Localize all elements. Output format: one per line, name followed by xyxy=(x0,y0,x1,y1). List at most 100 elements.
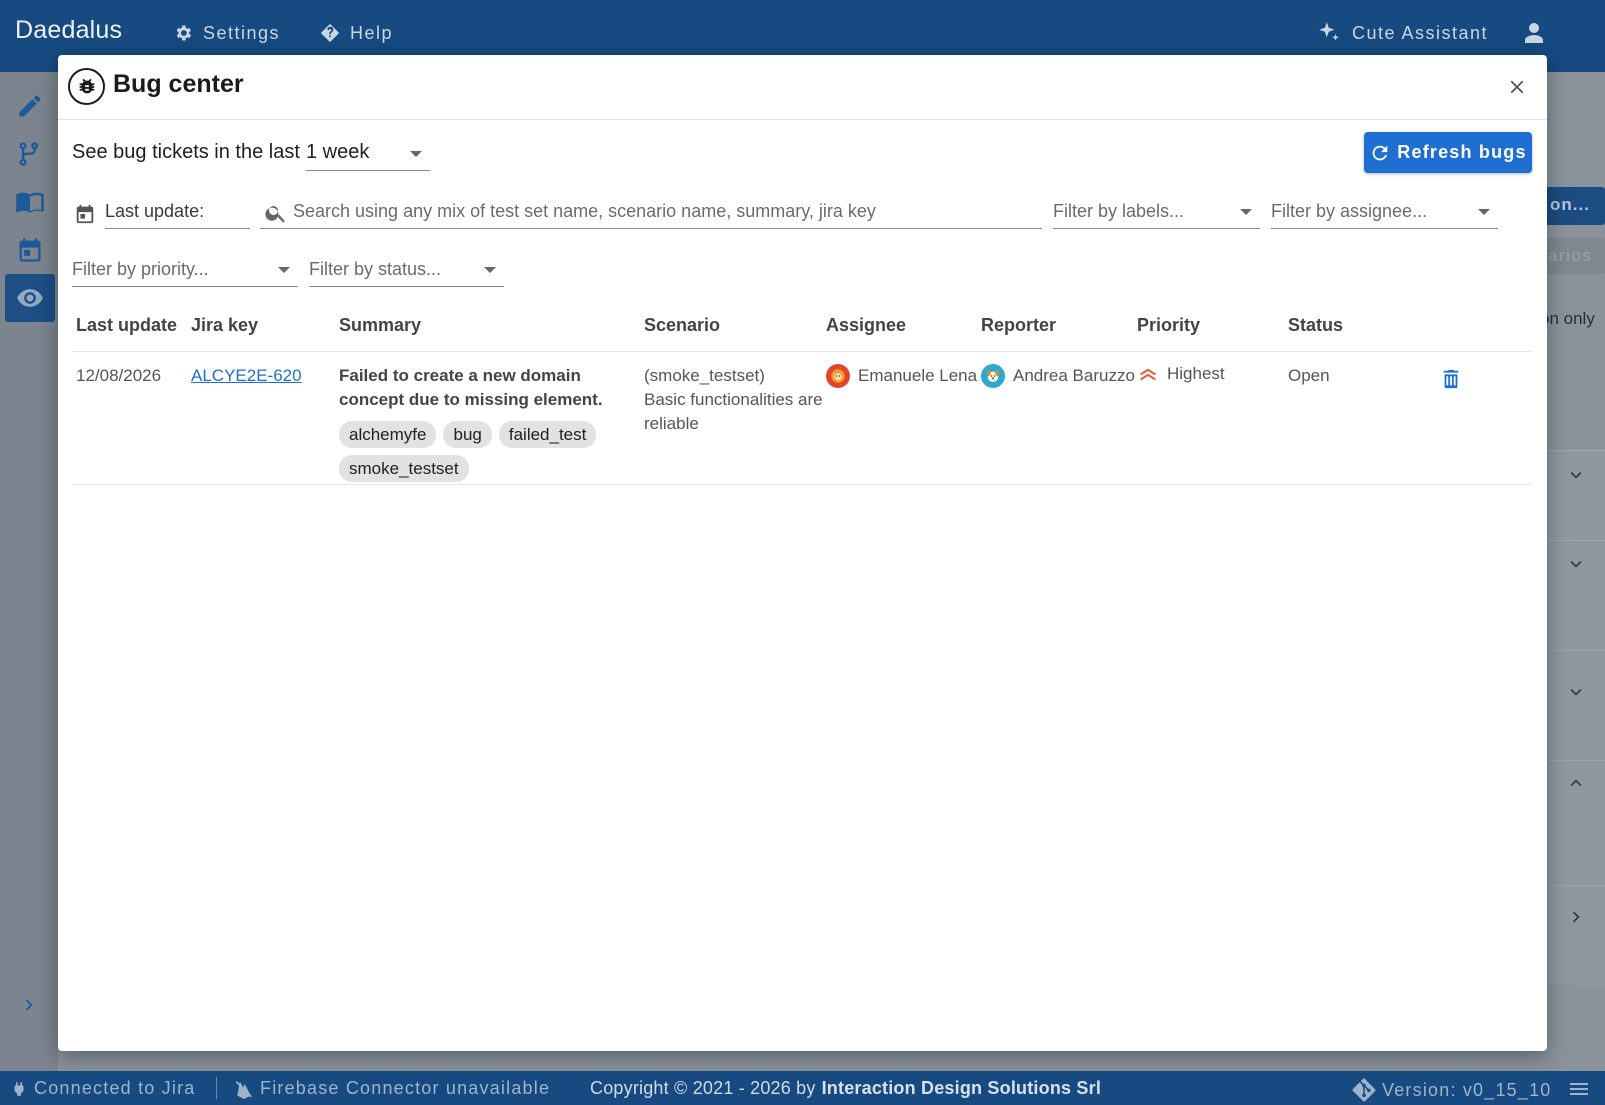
scenario-testset: (smoke_testset) xyxy=(644,366,765,385)
priority-filter[interactable]: Filter by priority... xyxy=(72,251,298,287)
column-header-last-update[interactable]: Last update xyxy=(76,315,177,336)
assignee-filter-placeholder: Filter by assignee... xyxy=(1271,201,1428,221)
label-chip: bug xyxy=(443,421,492,448)
firebase-off-icon xyxy=(235,1080,252,1099)
assistant-label: Cute Assistant xyxy=(1352,22,1489,43)
cell-reporter: Andrea Baruzzo xyxy=(981,364,1135,388)
avatar xyxy=(826,364,850,388)
period-select[interactable]: 1 week xyxy=(306,135,430,171)
status-value: Open xyxy=(1288,366,1330,385)
assignee-filter[interactable]: Filter by assignee... xyxy=(1271,193,1498,229)
caret-down-icon xyxy=(278,267,290,273)
status-filter[interactable]: Filter by status... xyxy=(309,251,504,287)
calendar-icon xyxy=(74,202,96,231)
app-title: Daedalus xyxy=(15,16,123,44)
chevron-right-icon xyxy=(25,999,33,1011)
copyright: Copyright © 2021 - 2026 by Interaction D… xyxy=(590,1078,1101,1099)
cell-priority: Highest xyxy=(1137,364,1225,384)
dialog-title: Bug center xyxy=(113,70,244,98)
menu-icon xyxy=(1570,1083,1588,1095)
column-header-status[interactable]: Status xyxy=(1288,315,1343,336)
chevron-down-icon xyxy=(1565,681,1587,708)
copyright-prefix: Copyright © 2021 - 2026 by xyxy=(590,1078,816,1098)
caret-down-icon xyxy=(1240,209,1252,215)
refresh-bugs-button[interactable]: Refresh bugs xyxy=(1364,132,1532,173)
caret-down-icon xyxy=(410,151,422,157)
caret-down-icon xyxy=(1478,209,1490,215)
close-button[interactable] xyxy=(1501,71,1533,103)
cell-scenario: (smoke_testset) Basic functionalities ar… xyxy=(644,364,829,436)
column-header-summary[interactable]: Summary xyxy=(339,315,421,336)
trash-icon xyxy=(1443,369,1459,389)
chevron-down-icon xyxy=(1565,464,1587,491)
caret-down-icon xyxy=(484,267,496,273)
divider xyxy=(216,1077,217,1099)
label-chips: alchemyfe bug failed_test smoke_testset xyxy=(339,421,629,482)
bug-center-dialog: Bug center See bug tickets in the last 1… xyxy=(58,55,1547,1051)
plug-icon xyxy=(14,1081,24,1096)
firebase-status: Firebase Connector unavailable xyxy=(234,1078,550,1099)
help-icon xyxy=(320,23,340,43)
user-icon xyxy=(1525,23,1543,43)
cell-assignee: Emanuele Lena xyxy=(826,364,977,388)
jira-status-label: Connected to Jira xyxy=(34,1078,196,1098)
column-header-scenario[interactable]: Scenario xyxy=(644,315,720,336)
last-update-label: Last update: xyxy=(105,201,205,221)
version-label: Version: v0_15_10 xyxy=(1382,1079,1552,1100)
refresh-bugs-label: Refresh bugs xyxy=(1397,142,1527,162)
column-header-assignee[interactable]: Assignee xyxy=(826,315,906,336)
book-icon xyxy=(16,192,44,213)
column-header-jira-key[interactable]: Jira key xyxy=(191,315,258,336)
close-icon xyxy=(1510,80,1524,94)
sparkle-icon xyxy=(1319,22,1339,41)
delete-button[interactable] xyxy=(1440,367,1462,396)
sidebar xyxy=(0,72,58,1071)
last-update-field[interactable]: Last update: xyxy=(105,193,250,229)
gear-icon xyxy=(176,25,191,41)
sidebar-item-calendar[interactable] xyxy=(5,226,55,274)
help-label: Help xyxy=(350,22,394,43)
cute-assistant-button[interactable]: Cute Assistant xyxy=(1316,19,1488,47)
chevron-down-icon xyxy=(1565,553,1587,580)
calendar-icon xyxy=(19,238,41,262)
status-bar: Connected to Jira Firebase Connector una… xyxy=(0,1071,1605,1105)
sidebar-item-branch[interactable] xyxy=(5,130,55,178)
divider xyxy=(72,484,1532,485)
column-header-reporter[interactable]: Reporter xyxy=(981,315,1056,336)
search-placeholder: Search using any mix of test set name, s… xyxy=(293,201,876,221)
refresh-icon xyxy=(1372,145,1388,160)
sidebar-expand-button[interactable] xyxy=(18,994,40,1021)
background-card xyxy=(1548,885,1605,985)
avatar xyxy=(981,364,1005,388)
sidebar-item-edit[interactable] xyxy=(5,82,55,130)
cell-last-update: 12/08/2026 xyxy=(76,366,162,385)
label-chip: alchemyfe xyxy=(339,421,437,448)
version-info: Version: v0_15_10 xyxy=(1352,1078,1552,1102)
label-chip: smoke_testset xyxy=(339,455,469,482)
period-label: See bug tickets in the last xyxy=(72,141,300,163)
sidebar-item-docs[interactable] xyxy=(5,178,55,226)
labels-filter[interactable]: Filter by labels... xyxy=(1053,193,1260,229)
dialog-header: Bug center xyxy=(58,55,1547,120)
menu-button[interactable] xyxy=(1567,1077,1591,1101)
status-filter-placeholder: Filter by status... xyxy=(309,259,442,279)
jira-key-link[interactable]: ALCYE2E-620 xyxy=(191,364,302,388)
bug-icon xyxy=(68,68,105,105)
sidebar-item-monitor[interactable] xyxy=(5,274,55,322)
search-input[interactable]: Search using any mix of test set name, s… xyxy=(260,193,1042,229)
help-button[interactable]: Help xyxy=(320,19,393,47)
firebase-status-label: Firebase Connector unavailable xyxy=(260,1078,551,1098)
column-header-priority[interactable]: Priority xyxy=(1137,315,1200,336)
chevron-up-icon xyxy=(1565,772,1587,799)
settings-button[interactable]: Settings xyxy=(173,19,280,47)
user-account-button[interactable] xyxy=(1522,19,1546,47)
pencil-icon xyxy=(19,95,41,117)
jira-key-text[interactable]: ALCYE2E-620 xyxy=(191,366,302,385)
divider xyxy=(72,351,1532,352)
cell-summary: Failed to create a new domain concept du… xyxy=(339,366,603,409)
chevron-right-icon xyxy=(1565,906,1587,933)
label-chip: failed_test xyxy=(498,421,597,448)
reporter-name: Andrea Baruzzo xyxy=(1013,366,1135,385)
assignee-name: Emanuele Lena xyxy=(858,366,978,385)
priority-filter-placeholder: Filter by priority... xyxy=(72,259,209,279)
